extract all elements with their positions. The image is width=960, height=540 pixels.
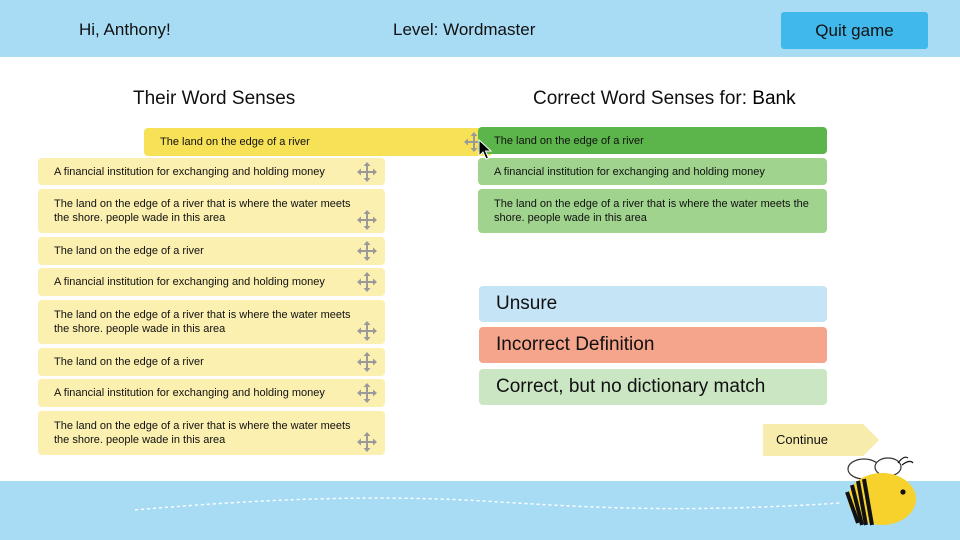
- move-arrows-icon[interactable]: [357, 321, 377, 341]
- word-sense-card[interactable]: The land on the edge of a river: [38, 348, 385, 376]
- correct-sense-text: The land on the edge of a river that is …: [494, 198, 809, 224]
- top-bar: Hi, Anthony! Level: Wordmaster Quit game: [0, 0, 960, 57]
- bee-mascot-icon: [845, 456, 916, 526]
- correct-sense-text: The land on the edge of a river: [494, 134, 644, 147]
- word-sense-text: The land on the edge of a river that is …: [54, 309, 351, 335]
- word-sense-card[interactable]: The land on the edge of a river that is …: [38, 300, 385, 344]
- their-word-senses-title: Their Word Senses: [133, 88, 296, 109]
- word-sense-card[interactable]: The land on the edge of a river: [38, 237, 385, 265]
- word-sense-card[interactable]: A financial institution for exchanging a…: [38, 379, 385, 407]
- word-sense-text: The land on the edge of a river that is …: [54, 198, 351, 224]
- word-sense-text: The land on the edge of a river: [160, 136, 310, 148]
- bee-flight-path: [134, 497, 841, 511]
- mouse-pointer-icon: [478, 139, 492, 160]
- correct-sense-drop-target[interactable]: A financial institution for exchanging a…: [478, 158, 827, 185]
- move-arrows-icon[interactable]: [357, 352, 377, 372]
- word-sense-card[interactable]: A financial institution for exchanging a…: [38, 158, 385, 185]
- continue-button[interactable]: Continue: [763, 424, 879, 456]
- correct-sense-drop-target[interactable]: The land on the edge of a river that is …: [478, 189, 827, 233]
- move-arrows-icon[interactable]: [357, 210, 377, 230]
- dragging-word-sense-card[interactable]: The land on the edge of a river: [144, 128, 492, 156]
- word-sense-card[interactable]: A financial institution for exchanging a…: [38, 268, 385, 296]
- correct-no-match-drop-target[interactable]: Correct, but no dictionary match: [479, 369, 827, 405]
- correct-sense-drop-target[interactable]: The land on the edge of a river: [478, 127, 827, 154]
- move-arrows-icon[interactable]: [357, 241, 377, 261]
- correct-sense-text: A financial institution for exchanging a…: [494, 165, 765, 178]
- correct-word-senses-title: Correct Word Senses for: Bank: [533, 88, 796, 110]
- word-sense-text: A financial institution for exchanging a…: [54, 276, 325, 288]
- continue-label: Continue: [776, 432, 829, 447]
- unsure-drop-target[interactable]: Unsure: [479, 286, 827, 322]
- word-sense-card[interactable]: The land on the edge of a river that is …: [38, 411, 385, 455]
- move-arrows-icon[interactable]: [357, 272, 377, 292]
- word-sense-text: The land on the edge of a river that is …: [54, 420, 351, 446]
- bottom-bar: [0, 481, 960, 540]
- move-arrows-icon[interactable]: [357, 432, 377, 452]
- move-arrows-icon[interactable]: [357, 383, 377, 403]
- quit-game-button[interactable]: Quit game: [781, 12, 928, 49]
- target-word: Bank: [752, 88, 796, 109]
- word-sense-card[interactable]: The land on the edge of a river that is …: [38, 189, 385, 233]
- incorrect-definition-drop-target[interactable]: Incorrect Definition: [479, 327, 827, 363]
- correct-senses-prefix: Correct Word Senses for:: [533, 88, 748, 109]
- move-arrows-icon[interactable]: [357, 161, 377, 182]
- greeting-text: Hi, Anthony!: [79, 20, 171, 39]
- word-sense-text: The land on the edge of a river: [54, 356, 204, 368]
- word-sense-text: A financial institution for exchanging a…: [54, 387, 325, 399]
- level-text: Level: Wordmaster: [393, 20, 536, 39]
- word-sense-text: A financial institution for exchanging a…: [54, 165, 325, 178]
- word-sense-text: The land on the edge of a river: [54, 245, 204, 257]
